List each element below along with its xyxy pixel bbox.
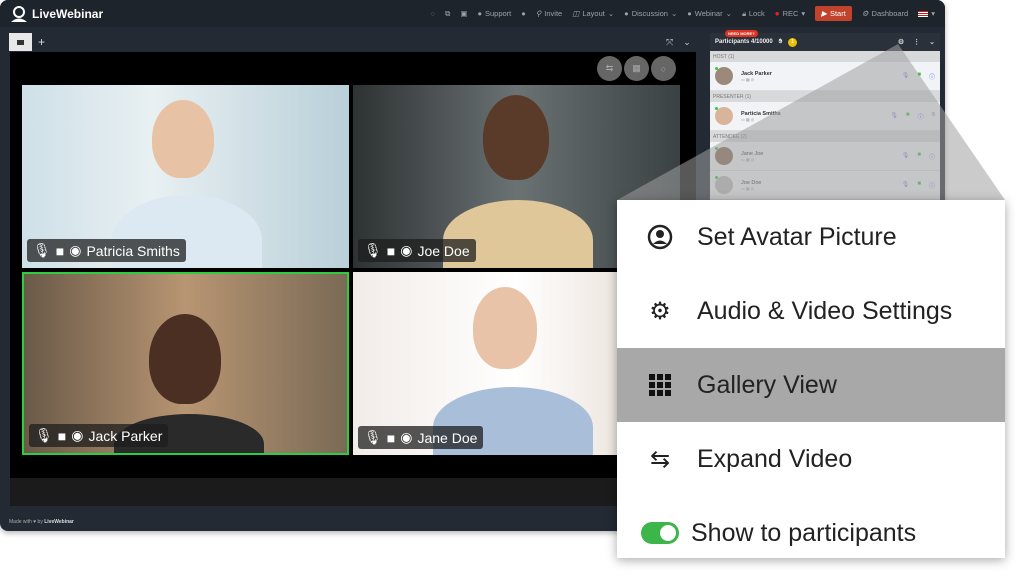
play-icon: ▶ — [821, 9, 827, 18]
more-icon[interactable]: ⋮ — [913, 38, 920, 46]
camera-icon[interactable]: ■ — [387, 430, 395, 446]
avatar — [715, 147, 733, 165]
lock-icon: 🔒︎ — [741, 8, 746, 18]
chat-icon: ● — [624, 9, 629, 18]
webinar-button[interactable]: ● Webinar ⌄ — [687, 9, 732, 18]
menu-item-gallery-view[interactable]: Gallery View — [617, 348, 1005, 422]
info-icon: ⓘ — [917, 114, 924, 121]
layout-button[interactable]: ◫ Layout ⌄ — [572, 9, 614, 18]
gear-icon[interactable]: ⚙ — [898, 38, 904, 46]
footer: Made with ♥ by LiveWebinar — [9, 519, 74, 525]
logo-icon — [11, 5, 27, 22]
menu-item-audio-video-settings[interactable]: ⚙ Audio & Video Settings — [617, 274, 1005, 348]
camera-icon[interactable]: ■ — [58, 428, 66, 444]
dashboard-button[interactable]: ⚙ Dashboard — [862, 9, 908, 18]
info-icon: ⓘ — [928, 183, 935, 190]
add-tab-button[interactable]: + — [38, 35, 45, 49]
language-flag-icon[interactable]: ▾ — [918, 9, 935, 18]
avatar — [715, 176, 733, 194]
info-icon: ⓘ — [928, 154, 935, 161]
show-to-participants-toggle-row[interactable]: Show to participants — [617, 496, 1005, 570]
gear-icon: ⚙ — [861, 9, 869, 18]
support-button[interactable]: ● Support — [477, 9, 511, 18]
mic-icon[interactable]: 🎙︎ — [35, 427, 53, 444]
participant-name: Joe Doe — [417, 242, 470, 259]
mic-icon: 🎙︎ — [901, 72, 910, 79]
participant-row[interactable]: Jack Parker ▭ ▦ ◎ 🎙︎ ■ ⓘ — [710, 62, 940, 91]
mic-icon[interactable]: 🎙︎ — [364, 242, 382, 259]
top-bar: LiveWebinar ◌ ⧉ ▣ ● Support ● ⚲ Invite ◫ La… — [0, 0, 945, 27]
chevron-down-icon[interactable]: ⌄ — [929, 38, 935, 46]
swap-icon: ⇆ — [649, 445, 671, 473]
need-more-badge[interactable]: NEED MORE? — [725, 30, 758, 37]
camera-icon — [17, 39, 24, 45]
tab-video[interactable] — [9, 33, 32, 51]
hand-icon: ✋︎ — [778, 38, 783, 45]
snapshot-icon[interactable]: ◉ — [71, 427, 83, 444]
camera-icon[interactable]: ■ — [387, 243, 395, 259]
logo: LiveWebinar — [10, 5, 104, 22]
webinar-icon: ● — [687, 9, 692, 18]
windows-icon[interactable]: ⧉ — [445, 9, 450, 19]
video-tile-active[interactable]: 🎙︎ ■ ◉ Jack Parker — [22, 272, 349, 455]
rec-button[interactable]: ● REC ▾ — [775, 9, 805, 18]
gear-icon: ⚙ — [649, 297, 671, 325]
video-tile[interactable]: 🎙︎ ■ ◉ Patricia Smiths — [22, 85, 349, 268]
help-icon: ● — [477, 9, 482, 18]
video-icon: ■ — [917, 151, 921, 158]
mic-icon: 🎙︎ — [890, 112, 898, 119]
participant-row[interactable]: Particia Smiths ▭ ▦ ◎ 🎙︎ ■ ⓘ ✋︎ — [710, 102, 940, 131]
snapshot-icon[interactable]: ◉ — [400, 242, 412, 259]
lock-button[interactable]: 🔒︎ Lock — [742, 9, 765, 19]
mic-icon[interactable]: 🎙︎ — [364, 429, 382, 446]
participants-panel: NEED MORE? Participants 4/10000 ✋︎ 1 ⚙ ⋮ ⌄… — [710, 30, 940, 203]
avatar — [715, 67, 733, 85]
mic-icon: 🎙︎ — [901, 181, 910, 188]
add-user-icon: ⚲ — [535, 9, 542, 18]
menu-item-expand-video[interactable]: ⇆ Expand Video — [617, 422, 1005, 496]
chevron-down-icon[interactable]: ⌄ — [683, 37, 691, 48]
mic-icon: 🎙︎ — [901, 152, 910, 159]
brand-name: LiveWebinar — [32, 6, 104, 21]
toggle-switch[interactable] — [641, 522, 679, 544]
rec-dot-icon: ● — [774, 9, 780, 18]
video-icon: ■ — [917, 71, 921, 78]
section-presenter: PRESENTER (1) — [710, 91, 940, 102]
participant-row[interactable]: Joe Doe ▭ ▦ ◎ 🎙︎ ■ ⓘ — [710, 171, 940, 200]
video-icon: ■ — [917, 180, 921, 187]
invite-button[interactable]: ⚲ Invite — [536, 9, 562, 18]
participant-name: Jane Doe — [417, 429, 478, 446]
start-button[interactable]: ▶ Start — [815, 6, 852, 21]
user-circle-icon — [647, 224, 673, 250]
participant-name: Jack Parker — [88, 427, 163, 444]
section-attendee: ATTENDEE (2) — [710, 131, 940, 142]
hand-icon: ✋︎ — [931, 111, 935, 118]
info-icon[interactable]: ● — [521, 9, 526, 18]
grid-icon — [647, 374, 673, 396]
participant-name: Patricia Smiths — [86, 242, 180, 259]
avatar — [715, 107, 733, 125]
caption-icon[interactable]: ▣ — [460, 9, 467, 18]
stage-bottom — [10, 478, 696, 506]
swap-view-button[interactable]: ⇆ — [597, 56, 622, 81]
settings-circle-button[interactable]: ○ — [651, 56, 676, 81]
hand-count-badge[interactable]: 1 — [788, 37, 798, 47]
camera-icon[interactable]: ■ — [56, 243, 64, 259]
menu-item-set-avatar[interactable]: Set Avatar Picture — [617, 200, 1005, 274]
heart-icon: ♥ — [33, 519, 37, 525]
section-host: HOST (1) — [710, 51, 940, 62]
gallery-view-button[interactable]: ▦ — [624, 56, 649, 81]
snapshot-icon[interactable]: ◉ — [400, 429, 412, 446]
mic-icon[interactable]: 🎙︎ — [33, 242, 51, 259]
snapshot-icon[interactable]: ◉ — [69, 242, 81, 259]
fullscreen-icon[interactable]: ⤧ — [666, 37, 673, 48]
layout-icon: ◫ — [572, 9, 580, 18]
context-menu: Set Avatar Picture ⚙ Audio & Video Settin… — [617, 200, 1005, 558]
video-icon: ■ — [905, 111, 910, 118]
participant-row[interactable]: Jane Joe ▭ ▦ ◎ 🎙︎ ■ ⓘ — [710, 142, 940, 171]
participants-title: Participants 4/10000 — [715, 39, 773, 45]
signal-icon: ◌ — [430, 9, 435, 18]
info-icon: ⓘ — [928, 74, 935, 81]
discussion-button[interactable]: ● Discussion ⌄ — [624, 9, 677, 18]
